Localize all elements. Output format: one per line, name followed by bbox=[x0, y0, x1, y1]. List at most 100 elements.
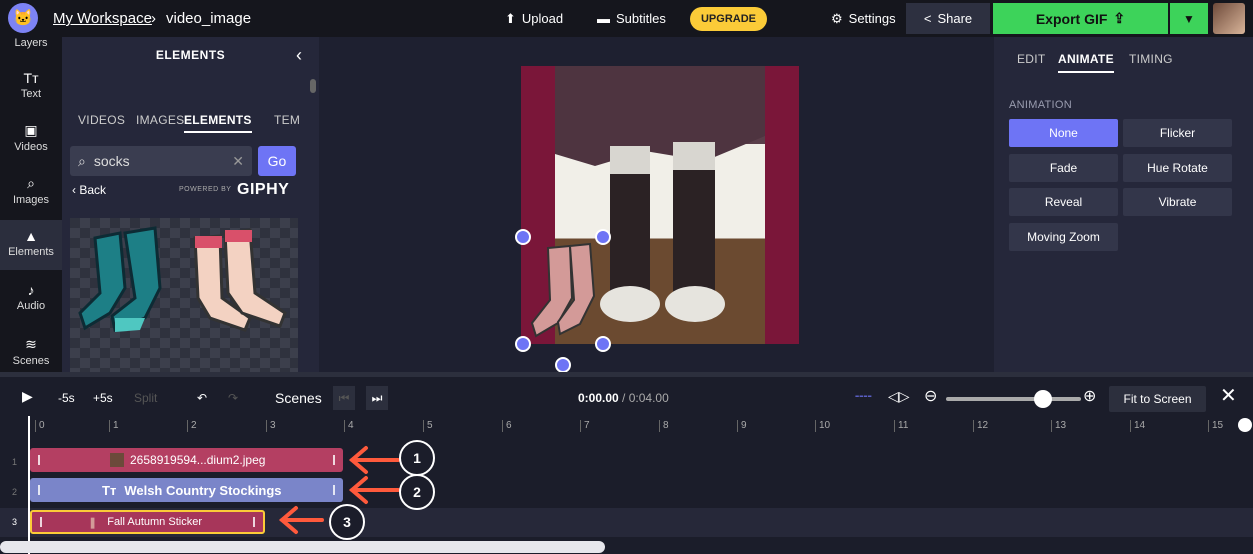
animation-reveal-button[interactable]: Reveal bbox=[1009, 188, 1118, 216]
clip-trim-handle-right[interactable] bbox=[253, 517, 255, 527]
animation-section-label: ANIMATION bbox=[1009, 99, 1072, 111]
project-name[interactable]: video_image bbox=[166, 10, 251, 27]
time-display: 0:00.00 / 0:04.00 bbox=[578, 391, 669, 405]
tab-animate[interactable]: ANIMATE bbox=[1058, 52, 1114, 73]
playhead[interactable] bbox=[28, 416, 30, 554]
powered-by-label: POWERED BY bbox=[179, 186, 232, 193]
tab-timing[interactable]: TIMING bbox=[1129, 52, 1173, 66]
go-button[interactable]: Go bbox=[258, 146, 296, 176]
next-scene-icon[interactable]: ⏭ bbox=[366, 386, 388, 410]
back-link[interactable]: ‹ Back bbox=[72, 183, 106, 197]
zoom-out-icon[interactable]: ⊖ bbox=[924, 386, 937, 406]
timeline-end-handle[interactable] bbox=[1238, 418, 1252, 432]
search-input[interactable]: ⌕ socks ✕ bbox=[70, 146, 252, 176]
workspace-link[interactable]: My Workspace bbox=[53, 10, 152, 27]
ruler-tick: 12 bbox=[973, 420, 988, 432]
resize-handle-top-right[interactable] bbox=[595, 229, 611, 245]
text-icon: Tт bbox=[102, 482, 117, 498]
zoom-slider-knob[interactable] bbox=[1034, 390, 1052, 408]
snap-icon[interactable]: ╌╌ bbox=[855, 388, 872, 405]
search-icon: ⌕ bbox=[27, 175, 35, 191]
ruler-tick: 5 bbox=[423, 420, 433, 432]
export-icon: ⇪ bbox=[1113, 10, 1126, 26]
rail-item-elements[interactable]: ▲ Elements bbox=[0, 220, 62, 270]
rail-item-text[interactable]: Tт Text bbox=[0, 70, 62, 100]
gear-icon: ⚙ bbox=[831, 10, 843, 26]
forward-5s-button[interactable]: +5s bbox=[93, 391, 113, 405]
zoom-slider[interactable] bbox=[946, 397, 1081, 401]
image-thumbnail bbox=[110, 453, 124, 467]
collapse-panel-icon[interactable]: ‹ bbox=[296, 45, 302, 66]
clip-trim-handle-left[interactable] bbox=[40, 517, 42, 527]
track-row: 2 Tт Welsh Country Stockings bbox=[0, 478, 1253, 507]
close-timeline-icon[interactable]: ✕ bbox=[1220, 383, 1237, 408]
panel-scrollbar[interactable] bbox=[310, 79, 316, 93]
ruler-tick: 11 bbox=[894, 420, 908, 432]
tab-elements[interactable]: ELEMENTS bbox=[184, 113, 252, 133]
upload-button[interactable]: ⬆ Upload bbox=[505, 0, 563, 37]
ruler-tick: 8 bbox=[659, 420, 669, 432]
ruler-tick: 0 bbox=[35, 420, 45, 432]
avatar[interactable] bbox=[1213, 3, 1245, 34]
resize-handle-bottom-right[interactable] bbox=[595, 336, 611, 352]
upgrade-button[interactable]: UPGRADE bbox=[690, 7, 767, 31]
sticker-clip[interactable]: ❚ Fall Autumn Sticker bbox=[30, 510, 265, 534]
split-view-icon[interactable]: ◁▷ bbox=[888, 388, 910, 405]
clear-search-icon[interactable]: ✕ bbox=[232, 153, 244, 170]
ruler-tick: 14 bbox=[1130, 420, 1145, 432]
track-row: 3 ❚ Fall Autumn Sticker bbox=[0, 508, 1253, 537]
export-gif-button[interactable]: Export GIF ⇪ bbox=[993, 3, 1168, 34]
animation-vibrate-button[interactable]: Vibrate bbox=[1123, 188, 1232, 216]
previous-scene-icon[interactable]: ⏮ bbox=[333, 386, 355, 410]
scenes-label: Scenes bbox=[275, 390, 322, 406]
autumn-sock-sticker[interactable] bbox=[528, 238, 608, 344]
rail-item-images[interactable]: ⌕ Images bbox=[0, 175, 62, 206]
tab-videos[interactable]: VIDEOS bbox=[78, 113, 125, 127]
tab-images[interactable]: IMAGES bbox=[136, 113, 184, 127]
resize-handle-bottom-left[interactable] bbox=[515, 336, 531, 352]
animation-moving-zoom-button[interactable]: Moving Zoom bbox=[1009, 223, 1118, 251]
kapwing-logo-icon[interactable]: 🐱 bbox=[8, 3, 38, 33]
timeline-horizontal-scrollbar[interactable] bbox=[0, 541, 605, 553]
animation-fade-button[interactable]: Fade bbox=[1009, 154, 1118, 182]
settings-button[interactable]: ⚙ Settings bbox=[831, 0, 896, 37]
fit-to-screen-button[interactable]: Fit to Screen bbox=[1109, 386, 1206, 412]
animation-flicker-button[interactable]: Flicker bbox=[1123, 119, 1232, 147]
teal-socks-sticker[interactable] bbox=[78, 226, 162, 333]
ruler-tick: 3 bbox=[266, 420, 276, 432]
undo-icon[interactable]: ↶ bbox=[197, 391, 207, 405]
export-options-button[interactable]: ▼ bbox=[1170, 3, 1208, 34]
rail-item-audio[interactable]: ♪ Audio bbox=[0, 282, 62, 312]
share-button[interactable]: < Share bbox=[906, 3, 990, 34]
chevron-down-icon: ▼ bbox=[1183, 11, 1195, 26]
clip-trim-handle-left[interactable] bbox=[38, 485, 40, 495]
ruler-tick: 10 bbox=[815, 420, 830, 432]
sticker-thumbnail-icon: ❚ bbox=[88, 516, 98, 529]
tab-edit[interactable]: EDIT bbox=[1017, 52, 1046, 66]
back-5s-button[interactable]: -5s bbox=[58, 391, 75, 405]
zoom-in-icon[interactable]: ⊕ bbox=[1083, 386, 1096, 406]
tab-templates[interactable]: TEM bbox=[274, 113, 300, 127]
ruler-tick: 6 bbox=[502, 420, 512, 432]
music-note-icon: ♪ bbox=[27, 282, 35, 298]
share-icon: < bbox=[923, 11, 932, 26]
ruler-tick: 1 bbox=[109, 420, 119, 432]
rotate-handle-icon[interactable] bbox=[555, 357, 571, 373]
elements-panel: ELEMENTS ‹ VIDEOS IMAGES ELEMENTS TEM ⌕ … bbox=[62, 37, 319, 372]
rail-item-layers[interactable]: Layers bbox=[0, 37, 62, 55]
resize-handle-top-left[interactable] bbox=[515, 229, 531, 245]
subtitles-button[interactable]: ▬ Subtitles bbox=[597, 0, 666, 37]
rail-item-videos[interactable]: ▣ Videos bbox=[0, 122, 62, 153]
results-grid bbox=[70, 218, 298, 372]
play-icon[interactable]: ▶ bbox=[22, 388, 33, 405]
subtitles-icon: ▬ bbox=[597, 11, 610, 26]
clip-trim-handle-left[interactable] bbox=[38, 455, 40, 465]
ruler-tick: 4 bbox=[344, 420, 354, 432]
rail-item-scenes[interactable]: ≋ Scenes bbox=[0, 336, 62, 367]
ruler-tick: 15 bbox=[1208, 420, 1223, 432]
animation-none-button[interactable]: None bbox=[1009, 119, 1118, 147]
pink-socks-sticker[interactable] bbox=[193, 228, 287, 332]
split-button[interactable]: Split bbox=[134, 391, 157, 405]
redo-icon[interactable]: ↷ bbox=[228, 391, 238, 405]
animation-hue-rotate-button[interactable]: Hue Rotate bbox=[1123, 154, 1232, 182]
